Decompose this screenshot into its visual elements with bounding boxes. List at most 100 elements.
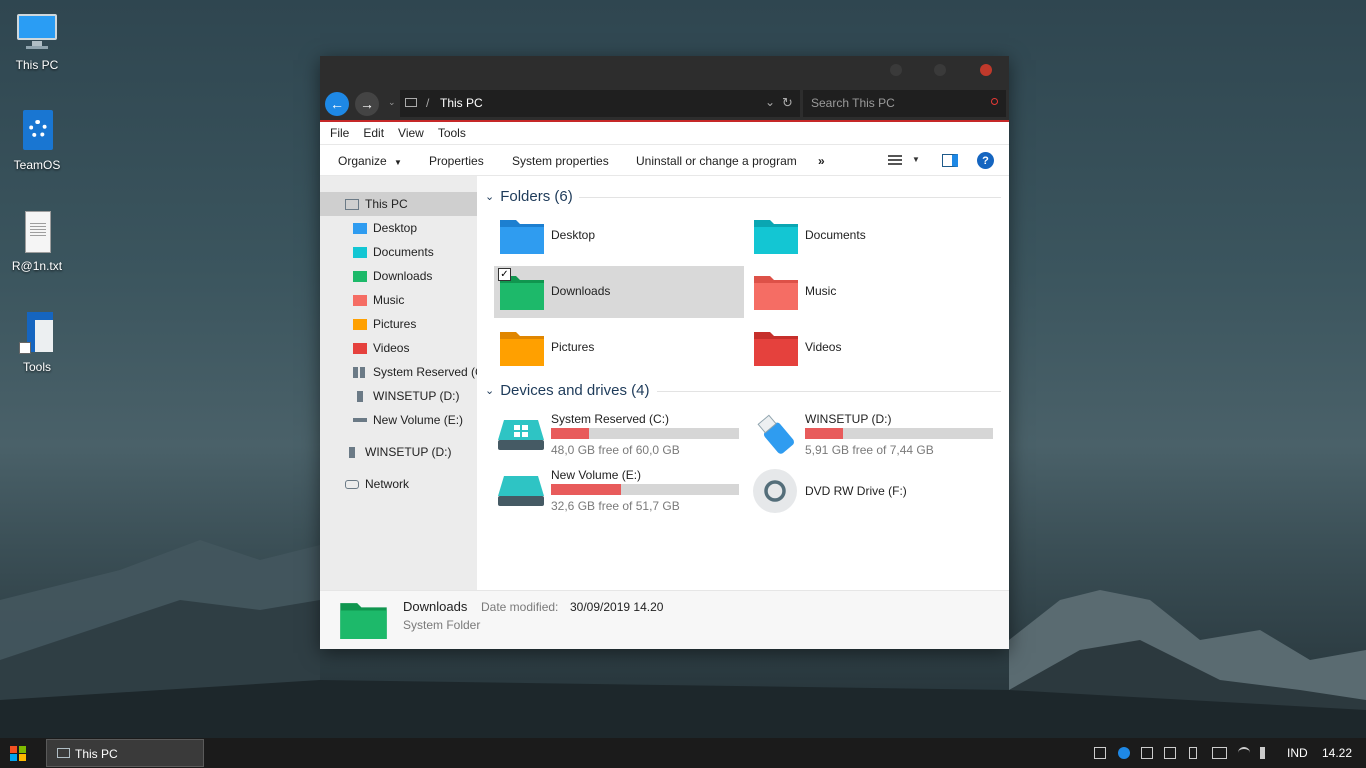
chevron-down-icon[interactable]: ⌄ [765,95,775,109]
drive-tile-f[interactable]: DVD RW Drive (F:) [748,464,998,518]
drive-tile-c[interactable]: System Reserved (C:) 48,0 GB free of 60,… [494,408,744,462]
folder-tile-videos[interactable]: Videos [748,322,998,374]
details-item-type: System Folder [403,618,481,632]
desktop-icon-teamos[interactable]: TeamOS [6,110,68,172]
language-indicator[interactable]: IND [1287,746,1308,760]
minimize-button[interactable] [890,64,902,76]
nav-item-documents[interactable]: Documents [320,240,477,264]
uninstall-program-button[interactable]: Uninstall or change a program [636,154,797,168]
drive-icon [498,476,544,506]
recent-locations-icon[interactable]: ⌄ [388,97,396,108]
usb-drive-icon [349,446,355,458]
folder-icon [353,222,367,234]
view-options-icon[interactable] [888,155,902,167]
usb-eject-icon[interactable] [1189,747,1197,759]
folder-label: Documents [805,228,866,242]
back-button[interactable]: ← [325,92,349,116]
folder-tile-music[interactable]: Music [748,266,998,318]
folder-label: Music [805,284,837,298]
folder-label: Pictures [551,340,595,354]
folder-tile-downloads[interactable]: ✓ Downloads [494,266,744,318]
search-icon[interactable] [991,98,998,105]
nav-item-label: WINSETUP (D:) [373,389,460,403]
desktop-icon-this-pc[interactable]: This PC [6,10,68,72]
close-button[interactable] [980,64,992,76]
folder-icon [353,270,367,282]
taskbar-app-this-pc[interactable]: This PC [46,739,204,767]
windows-logo-icon [10,746,26,761]
system-properties-button[interactable]: System properties [512,154,609,168]
nav-item-system-reserved[interactable]: System Reserved (C:) [320,360,477,384]
explorer-window: ← → ⌄ / This PC ⌄ ↻ Search This PC File … [320,56,1009,649]
menu-view[interactable]: View [398,126,424,140]
checkbox-checked-icon[interactable]: ✓ [498,268,511,281]
keyboard-icon[interactable] [1164,747,1176,759]
desktop-icon-label: Tools [22,360,51,374]
search-input[interactable]: Search This PC [803,90,1006,117]
title-bar[interactable] [320,56,1009,86]
nav-item-network[interactable]: Network [320,472,477,496]
menu-bar: File Edit View Tools [320,122,1009,144]
drive-name: WINSETUP (D:) [805,412,892,426]
menu-edit[interactable]: Edit [363,126,384,140]
arrow-right-icon: → [360,96,374,112]
folder-icon [500,332,544,366]
nav-item-music[interactable]: Music [320,288,477,312]
folder-tile-pictures[interactable]: Pictures [494,322,744,374]
folder-tile-documents[interactable]: Documents [748,210,998,262]
nav-item-label: Pictures [373,317,417,331]
computer-icon [57,748,70,758]
folder-tile-desktop[interactable]: Desktop [494,210,744,262]
drive-tile-e[interactable]: New Volume (E:) 32,6 GB free of 51,7 GB [494,464,744,518]
drive-tile-d[interactable]: WINSETUP (D:) 5,91 GB free of 7,44 GB [748,408,998,462]
more-commands-button[interactable]: » [818,154,825,168]
nav-item-new-volume[interactable]: New Volume (E:) [320,408,477,432]
folder-icon [353,294,367,306]
desktop-icon-text-file[interactable]: R@1n.txt [6,211,68,273]
bluetooth-icon[interactable] [1118,747,1130,759]
volume-icon[interactable] [1260,747,1272,759]
help-icon[interactable]: ? [977,152,994,169]
properties-button[interactable]: Properties [429,154,484,168]
divider [579,197,1001,198]
nav-item-this-pc[interactable]: This PC [320,192,477,216]
address-row: ← → ⌄ / This PC ⌄ ↻ Search This PC [320,86,1009,122]
windows-drive-icon [498,420,544,450]
start-button[interactable] [10,746,26,761]
content-area: ⌄ Folders (6) Desktop Documents ✓ Downlo… [477,176,1009,590]
display-icon[interactable] [1141,747,1153,759]
organize-label: Organize [338,154,387,168]
clock[interactable]: 14.22 [1322,746,1352,760]
computer-icon [345,198,359,210]
maximize-button[interactable] [934,64,946,76]
refresh-icon[interactable]: ↻ [782,95,793,111]
usb-drive-icon [757,414,795,454]
view-dropdown-arrow-icon[interactable]: ▼ [912,155,920,164]
nav-item-downloads[interactable]: Downloads [320,264,477,288]
chevron-down-icon: ⌄ [485,191,495,203]
menu-file[interactable]: File [330,126,349,140]
wifi-icon[interactable] [1238,747,1250,759]
folders-group-header[interactable]: ⌄ Folders (6) [485,188,573,205]
dropdown-arrow-icon: ▼ [394,158,402,167]
nav-item-winsetup[interactable]: WINSETUP (D:) [320,384,477,408]
nav-item-videos[interactable]: Videos [320,336,477,360]
address-bar[interactable]: / This PC ⌄ ↻ [400,90,800,117]
battery-icon[interactable] [1212,747,1227,759]
nav-item-desktop[interactable]: Desktop [320,216,477,240]
nav-item-label: Downloads [373,269,433,283]
drives-group-header[interactable]: ⌄ Devices and drives (4) [485,382,649,399]
drive-usage-bar [551,484,739,495]
menu-tools[interactable]: Tools [438,126,466,140]
network-drive-icon[interactable] [1094,747,1106,759]
nav-item-winsetup-root[interactable]: WINSETUP (D:) [320,440,477,464]
organize-button[interactable]: Organize ▼ [338,154,402,168]
folder-label: Desktop [551,228,596,242]
desktop-icon-tools[interactable]: Tools [6,312,68,374]
nav-item-label: Documents [373,245,434,259]
preview-pane-icon[interactable] [942,154,958,167]
forward-button[interactable]: → [355,92,379,116]
details-pane: Downloads System Folder Date modified: 3… [320,590,1009,649]
nav-item-pictures[interactable]: Pictures [320,312,477,336]
drive-usage-bar [805,428,993,439]
